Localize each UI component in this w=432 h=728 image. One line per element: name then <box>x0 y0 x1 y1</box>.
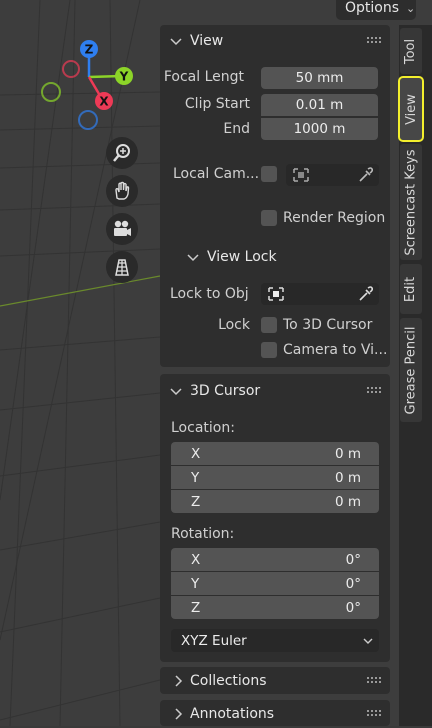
axis-label: Y <box>191 575 200 592</box>
render-region-checkbox[interactable] <box>261 210 277 226</box>
options-dropdown[interactable]: Options ⌄ <box>336 0 416 20</box>
rotation-mode-dropdown[interactable]: XYZ Euler <box>171 629 379 652</box>
tab-edit[interactable]: Edit <box>400 264 422 314</box>
chevron-down-icon: ⌄ <box>406 1 416 15</box>
clip-start-label: Clip Start <box>184 96 250 112</box>
lock-to-3d-cursor-checkbox[interactable] <box>261 317 277 333</box>
eyedropper-icon <box>359 286 373 301</box>
z-axis-label: Z <box>85 43 94 57</box>
tab-label: Screencast Keys <box>403 148 419 256</box>
options-label: Options <box>345 0 400 16</box>
collections-title: Collections <box>190 673 267 689</box>
neg-x-handle <box>62 60 80 78</box>
rotation-label: Rotation: <box>171 526 235 542</box>
zoom-button[interactable] <box>106 137 138 169</box>
zoom-icon <box>113 144 130 162</box>
view-panel-title: View <box>190 33 224 49</box>
view-lock-header[interactable]: View Lock <box>187 243 277 271</box>
collections-panel-header[interactable]: Collections <box>172 667 267 695</box>
tab-label: Tool <box>403 38 419 64</box>
tab-label: Edit <box>403 276 419 302</box>
clip-start-field[interactable]: 0.01 m <box>261 94 378 116</box>
grid-icon <box>115 259 129 276</box>
camera-icon <box>114 220 131 236</box>
location-x-field[interactable]: X 0 m <box>171 442 379 465</box>
chevron-down-icon <box>363 638 373 644</box>
cursor-panel-header[interactable]: 3D Cursor <box>170 377 260 405</box>
lock-to-3d-cursor-label: To 3D Cursor <box>283 317 373 333</box>
view-lock-title: View Lock <box>207 249 277 265</box>
lock-to-object-label: Lock to Obj <box>170 286 249 302</box>
location-y-field[interactable]: Y 0 m <box>171 466 379 489</box>
rotation-z-field[interactable]: Z 0° <box>171 596 379 619</box>
rotation-x-field[interactable]: X 0° <box>171 548 379 571</box>
camera-to-view-label: Camera to Vi... <box>283 342 388 358</box>
axis-value: 0 m <box>334 445 361 462</box>
tab-grease-pencil[interactable]: Grease Pencil <box>400 318 422 422</box>
annotations-title: Annotations <box>190 706 275 722</box>
neg-y-handle <box>41 82 61 102</box>
grip-icon[interactable] <box>367 37 381 45</box>
axis-label: Z <box>191 493 201 510</box>
axis-value: 0° <box>345 551 361 568</box>
chevron-down-icon <box>170 38 182 46</box>
local-camera-label: Local Cam... <box>173 166 260 182</box>
axis-label: X <box>191 551 201 568</box>
navigation-gizmo[interactable]: Z Y X <box>34 34 144 134</box>
lock-label: Lock <box>218 317 250 333</box>
grip-icon[interactable] <box>367 677 381 685</box>
cursor-panel-title: 3D Cursor <box>190 383 261 399</box>
focal-length-field[interactable]: 50 mm <box>261 67 378 89</box>
axis-value: 0 m <box>334 469 361 486</box>
tab-screencast-keys[interactable]: Screencast Keys <box>400 144 422 260</box>
tab-tool[interactable]: Tool <box>400 28 422 74</box>
neg-z-handle <box>78 110 98 130</box>
tab-label: View <box>403 93 419 125</box>
location-z-field[interactable]: Z 0 m <box>171 490 379 513</box>
render-region-label: Render Region <box>283 210 386 226</box>
chevron-down-icon <box>170 388 182 396</box>
axis-value: 0° <box>345 575 361 592</box>
chevron-right-icon <box>175 708 183 720</box>
clip-end-field[interactable]: 1000 m <box>261 118 378 140</box>
chevron-right-icon <box>175 675 183 687</box>
focal-length-label: Focal Lengt <box>163 69 244 85</box>
grip-icon[interactable] <box>367 710 381 718</box>
perspective-toggle-button[interactable] <box>106 251 138 283</box>
location-label: Location: <box>171 420 235 436</box>
clip-end-label: End <box>223 121 250 137</box>
lock-to-object-field[interactable] <box>261 283 379 305</box>
y-axis-label: Y <box>119 70 129 84</box>
axis-value: 0 m <box>334 493 361 510</box>
rotation-y-field[interactable]: Y 0° <box>171 572 379 595</box>
local-camera-object-field[interactable] <box>286 164 379 186</box>
hand-icon <box>115 181 130 200</box>
grip-icon[interactable] <box>367 387 381 395</box>
chevron-down-icon <box>187 254 199 262</box>
local-camera-checkbox[interactable] <box>261 166 277 182</box>
annotations-panel-header[interactable]: Annotations <box>172 700 274 728</box>
object-icon <box>293 168 309 182</box>
tab-view[interactable]: View <box>398 76 424 142</box>
tab-label: Grease Pencil <box>403 326 419 414</box>
rotation-mode-value: XYZ Euler <box>181 632 247 649</box>
axis-label: Y <box>191 469 200 486</box>
camera-view-button[interactable] <box>106 213 138 245</box>
pan-button[interactable] <box>106 175 138 207</box>
eyedropper-icon <box>359 167 373 182</box>
axis-value: 0° <box>345 599 361 616</box>
axis-label: X <box>191 445 201 462</box>
x-axis-label: X <box>99 95 109 109</box>
camera-to-view-checkbox[interactable] <box>261 342 277 358</box>
object-icon <box>268 287 284 301</box>
view-panel-header[interactable]: View <box>170 27 223 55</box>
axis-label: Z <box>191 599 201 616</box>
